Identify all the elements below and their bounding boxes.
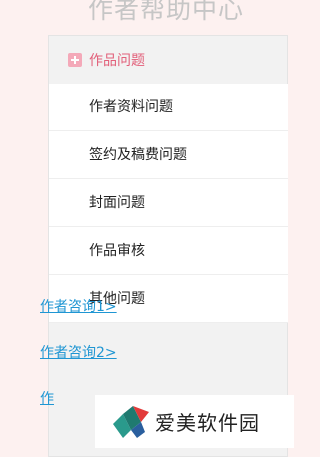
watermark: 爱美软件园: [95, 395, 294, 448]
list-item-author-profile[interactable]: 作者资料问题: [49, 84, 288, 131]
help-category-panel: 作品问题 作者资料问题 签约及稿费问题 封面问题 作品审核 其他问题: [48, 35, 288, 457]
category-label: 作品问题: [89, 53, 145, 69]
watermark-logo-icon: [113, 405, 149, 438]
watermark-text: 爱美软件园: [155, 411, 260, 435]
list-item-review[interactable]: 作品审核: [49, 227, 288, 275]
link-consult-3[interactable]: 作: [40, 389, 54, 409]
link-consult-1[interactable]: 作者咨询1>: [40, 297, 117, 317]
expand-plus-icon[interactable]: [68, 53, 82, 67]
category-item-list: 作者资料问题 签约及稿费问题 封面问题 作品审核 其他问题: [49, 84, 288, 323]
page-title: 作者帮助中心: [88, 0, 245, 24]
category-header-works[interactable]: 作品问题: [49, 36, 287, 84]
list-item-contract-payment[interactable]: 签约及稿费问题: [49, 131, 288, 179]
list-item-cover[interactable]: 封面问题: [49, 179, 288, 227]
link-consult-2[interactable]: 作者咨询2>: [40, 343, 117, 363]
